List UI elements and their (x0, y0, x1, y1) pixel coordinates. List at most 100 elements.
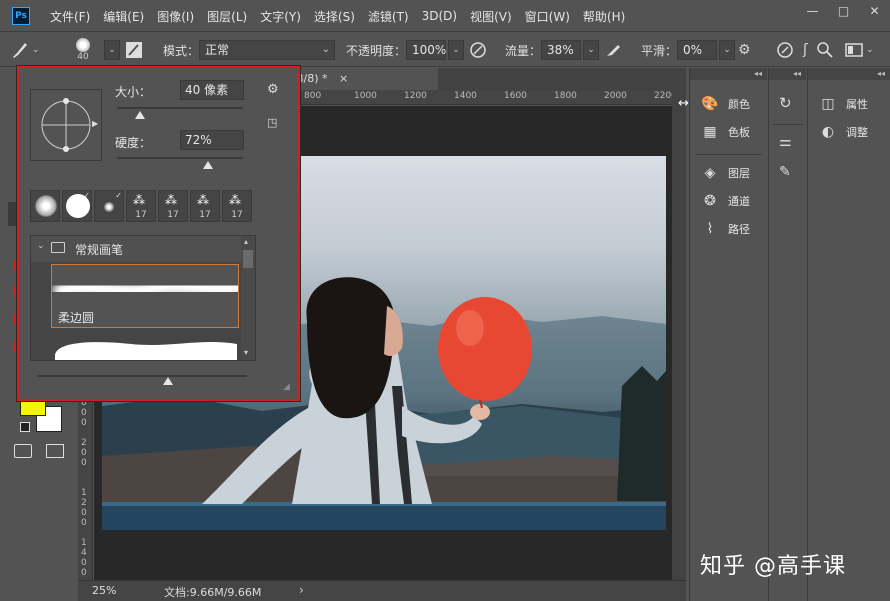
smoothing-dropdown[interactable]: ⌄ (719, 40, 736, 60)
brush-settings-toggle[interactable] (124, 33, 144, 67)
panel-label: 通道 (728, 195, 750, 208)
brush-preset-picker[interactable]: 40 (76, 33, 90, 67)
adjustments-icon: ◐ (821, 124, 835, 140)
quick-mask-icon[interactable] (14, 444, 32, 458)
smoothing-field[interactable]: 0% (677, 40, 718, 60)
menu-type[interactable]: 文字(Y) (260, 8, 301, 25)
hardness-slider-thumb[interactable] (202, 161, 213, 169)
pressure-opacity-icon (470, 42, 486, 58)
panel-properties[interactable]: ◫ 属性 (818, 92, 868, 116)
preview-size-slider-track[interactable] (37, 375, 247, 377)
close-button[interactable]: ✕ (859, 0, 890, 22)
doc-info[interactable]: 文档:9.66M/9.66M (164, 584, 261, 600)
resize-grip-icon[interactable]: ◢ (283, 382, 290, 392)
panel-channels[interactable]: ❂ 通道 (700, 189, 750, 213)
collapse-dock-icon[interactable]: ◂◂ (769, 68, 806, 80)
smoothing-settings-button[interactable]: ⚙ (738, 33, 751, 67)
new-preset-icon[interactable]: ◳ (267, 116, 277, 129)
preview-arrow-icon: ▶ (92, 119, 99, 128)
document-tab[interactable]: B/8) * × (288, 68, 438, 90)
panel-color[interactable]: 🎨 颜色 (700, 92, 750, 116)
symmetry-icon: ʃ (803, 42, 808, 58)
flow-dropdown[interactable]: ⌄ (583, 40, 600, 60)
vertical-scrollbar[interactable] (672, 90, 686, 580)
brushes-panel-icon[interactable]: ✎ (779, 164, 791, 180)
brush-list: ⌄ 常规画笔 柔边圆 ▴ ▾ (30, 235, 256, 361)
opacity-value: 100% (412, 43, 447, 57)
ruler-label: 4 (81, 548, 87, 558)
panel-layers[interactable]: ◈ 图层 (700, 161, 750, 185)
brush-angle-dial-icon (41, 98, 91, 152)
flow-field[interactable]: 38% (541, 40, 582, 60)
brush-preset[interactable]: ⁂ 17 (222, 190, 252, 222)
size-slider-thumb[interactable] (134, 111, 145, 119)
hardness-label: 硬度： (115, 136, 152, 150)
panel-adjustments[interactable]: ◐ 调整 (818, 120, 868, 144)
panel-label: 属性 (846, 98, 868, 111)
hardness-slider-track[interactable] (117, 157, 243, 159)
menu-file[interactable]: 文件(F) (50, 8, 90, 25)
menu-layer[interactable]: 图层(L) (207, 8, 247, 25)
mode-select[interactable]: 正常 ⌄ (199, 40, 336, 60)
menu-filter[interactable]: 滤镜(T) (368, 8, 409, 25)
gear-icon[interactable]: ⚙ (267, 82, 279, 97)
brush-preset[interactable]: ⁂ 17 (126, 190, 156, 222)
tool-preset-picker[interactable]: ⌄ (8, 33, 40, 67)
scrollbar-thumb[interactable] (243, 250, 253, 268)
brush-preset[interactable] (30, 190, 60, 222)
panel-label: 色板 (728, 126, 750, 139)
hardness-field[interactable]: 72% (180, 130, 244, 150)
workspace-icon (845, 43, 863, 57)
menu-select[interactable]: 选择(S) (314, 8, 355, 25)
collapse-dock-icon[interactable]: ◂◂ (690, 68, 767, 80)
opacity-field[interactable]: 100% (406, 40, 446, 60)
brush-item-selected[interactable]: 柔边圆 (51, 264, 239, 328)
chevron-down-icon: ⌄ (37, 241, 45, 251)
brush-item[interactable] (51, 332, 239, 360)
ps-logo-icon: Ps (12, 7, 30, 25)
document-tab-title: B/8) * (296, 72, 328, 85)
size-slider-track[interactable] (117, 107, 243, 109)
menu-help[interactable]: 帮助(H) (583, 8, 625, 25)
brush-preset[interactable]: ✓ (94, 190, 124, 222)
search-button[interactable] (816, 33, 834, 67)
symmetry-button[interactable]: ʃ (803, 33, 808, 67)
brush-preset[interactable]: ✓ (62, 190, 92, 222)
collapse-dock-icon[interactable]: ◂◂ (808, 68, 890, 80)
brush-preset-dropdown[interactable]: ⌄ (102, 33, 120, 67)
brush-list-scrollbar[interactable]: ▴ ▾ (241, 236, 255, 360)
minimize-button[interactable]: — (797, 0, 828, 22)
brush-preset[interactable]: ⁂ 17 (190, 190, 220, 222)
status-menu-arrow-icon[interactable]: › (299, 583, 304, 597)
airbrush-button[interactable] (603, 33, 623, 67)
opacity-dropdown[interactable]: ⌄ (448, 40, 465, 60)
menu-edit[interactable]: 编辑(E) (103, 8, 144, 25)
scroll-down-icon[interactable]: ▾ (244, 348, 248, 357)
scatter-brush-icon: ⁂ (165, 193, 177, 207)
screen-mode-icon[interactable] (46, 444, 64, 458)
workspace-button[interactable]: ⌄ (845, 33, 874, 67)
folder-icon (51, 242, 65, 253)
close-tab-icon[interactable]: × (339, 72, 348, 85)
brush-preset[interactable]: ⁂ 17 (158, 190, 188, 222)
menu-3d[interactable]: 3D(D) (422, 9, 457, 23)
size-field[interactable]: 40 像素 (180, 80, 244, 100)
brush-folder-row[interactable]: ⌄ 常规画笔 (31, 236, 241, 262)
history-icon[interactable]: ↻ (779, 94, 792, 112)
brush-settings-panel-icon[interactable]: ⚌ (779, 134, 792, 150)
preview-size-slider-thumb[interactable] (163, 377, 173, 385)
menu-view[interactable]: 视图(V) (470, 8, 512, 25)
options-bar: ⌄ 40 ⌄ 模式： 正常 ⌄ 不透明度： 100% ⌄ 流量： 38% ⌄ 平… (0, 33, 890, 67)
panel-paths[interactable]: ⌇ 路径 (700, 217, 750, 241)
ruler-label: 1600 (504, 91, 527, 101)
zoom-level[interactable]: 25% (92, 584, 116, 597)
panel-swatches[interactable]: ▦ 色板 (700, 120, 750, 144)
scroll-up-icon[interactable]: ▴ (244, 237, 248, 246)
menu-image[interactable]: 图像(I) (157, 8, 194, 25)
menu-window[interactable]: 窗口(W) (525, 8, 570, 25)
pressure-size-button[interactable] (775, 33, 795, 67)
default-colors-icon[interactable] (20, 422, 30, 432)
pressure-opacity-button[interactable] (468, 33, 488, 67)
restore-button[interactable]: □ (828, 0, 859, 22)
scatter-brush-icon: ⁂ (133, 193, 145, 207)
